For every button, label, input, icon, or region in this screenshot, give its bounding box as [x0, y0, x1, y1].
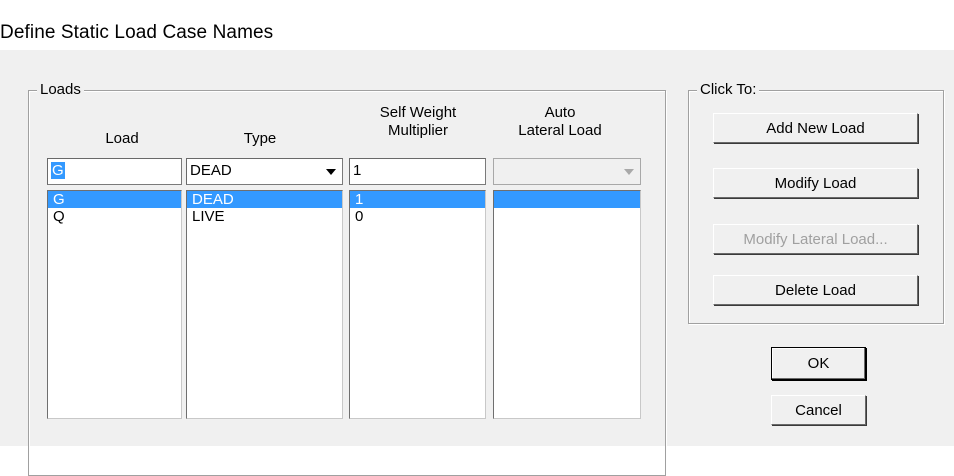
dialog-title: Define Static Load Case Names [0, 22, 274, 43]
dialog-titlebar[interactable]: Define Static Load Case Names [0, 0, 954, 50]
header-type: Type [243, 130, 277, 147]
dialog-client-area: Loads Load Type Self Weight Multiplier A… [0, 50, 954, 476]
load-names-list[interactable]: G Q [47, 190, 182, 419]
self-weight-multiplier-input[interactable]: 1 [349, 158, 486, 185]
load-name-input[interactable]: G [47, 158, 182, 185]
auto-lateral-list[interactable] [493, 190, 641, 419]
chevron-down-icon [619, 160, 639, 183]
list-item[interactable] [494, 191, 640, 208]
click-to-group-label: Click To: [697, 81, 760, 99]
list-item[interactable]: G [48, 191, 181, 208]
list-item[interactable]: 1 [350, 191, 485, 208]
modify-load-button[interactable]: Modify Load [713, 168, 918, 198]
chevron-down-icon[interactable] [321, 160, 341, 183]
ok-button[interactable]: OK [771, 347, 866, 380]
add-new-load-button[interactable]: Add New Load [713, 113, 918, 143]
load-types-list[interactable]: DEAD LIVE [186, 190, 343, 419]
delete-load-button[interactable]: Delete Load [713, 275, 918, 305]
loads-group-label: Loads [37, 81, 84, 99]
list-item[interactable]: LIVE [187, 208, 342, 225]
header-auto-lateral-load: Auto Lateral Load [518, 104, 602, 139]
load-type-dropdown[interactable]: DEAD [186, 158, 343, 185]
list-item[interactable]: DEAD [187, 191, 342, 208]
self-weight-multiplier-value: 1 [353, 162, 362, 179]
multipliers-list[interactable]: 1 0 [349, 190, 486, 419]
load-type-value: DEAD [190, 162, 232, 179]
header-self-weight-multiplier: Self Weight Multiplier [379, 104, 457, 139]
load-name-value: G [51, 162, 65, 179]
list-item[interactable]: 0 [350, 208, 485, 225]
list-item[interactable]: Q [48, 208, 181, 225]
header-load: Load [105, 130, 139, 147]
modify-lateral-load-button[interactable]: Modify Lateral Load... [713, 224, 918, 254]
cancel-button[interactable]: Cancel [771, 395, 866, 425]
auto-lateral-load-dropdown[interactable] [493, 158, 641, 185]
